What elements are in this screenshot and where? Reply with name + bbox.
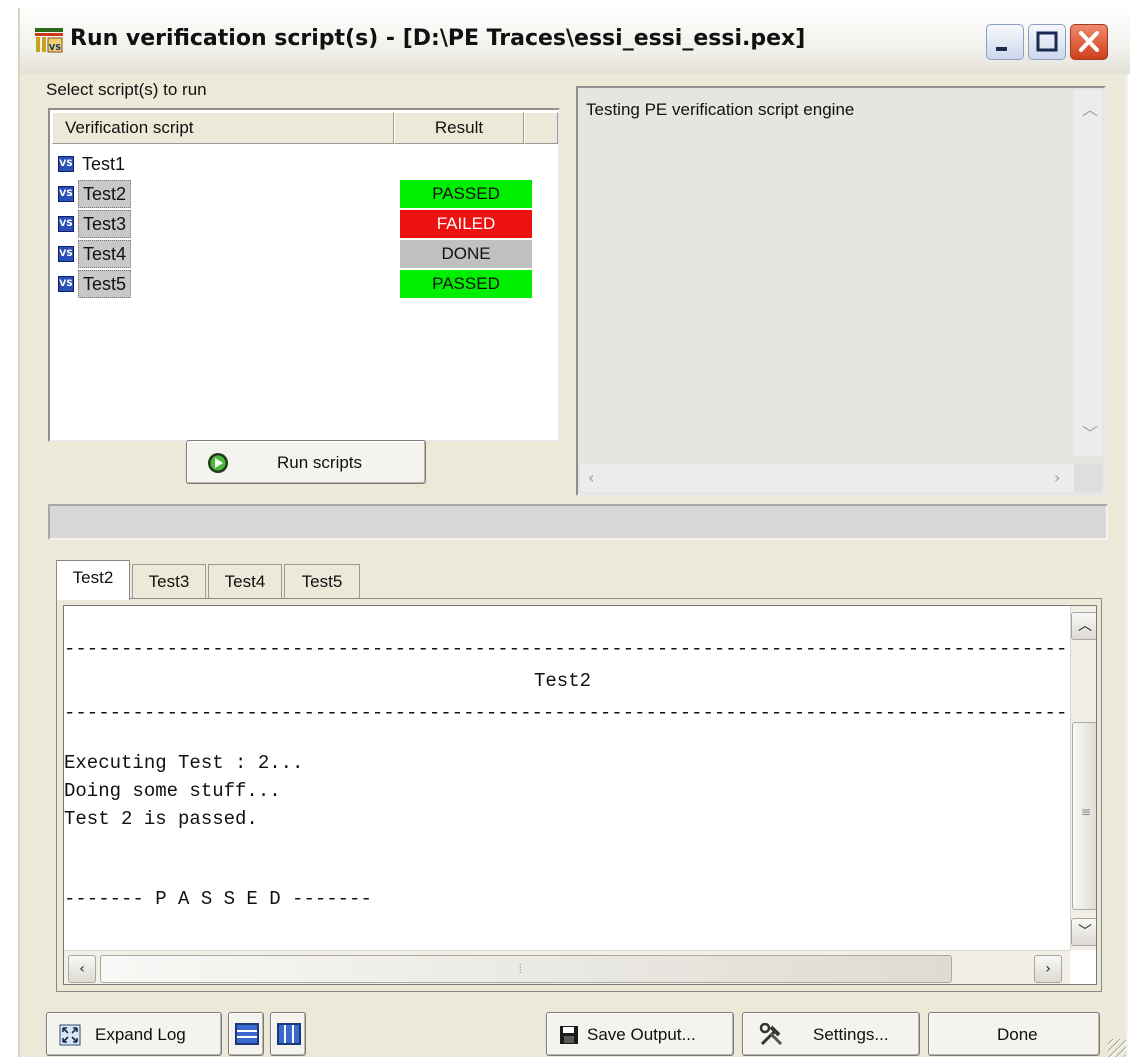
chevron-right-icon[interactable]: › <box>1034 955 1062 983</box>
log-separator: ----------------------------------------… <box>64 638 1096 660</box>
script-name: Test2 <box>78 180 132 208</box>
horizontal-split-icon <box>235 1023 259 1050</box>
chevron-up-icon[interactable]: ︿ <box>1082 96 1098 120</box>
save-output-label: Save Output... <box>587 1025 696 1044</box>
log-frame: ----------------------------------------… <box>56 598 1102 992</box>
tab-test5[interactable]: Test5 <box>284 564 360 600</box>
chevron-down-icon[interactable]: ﹀ <box>1082 420 1098 444</box>
run-scripts-button[interactable]: Run scripts <box>186 440 426 484</box>
tab-test3[interactable]: Test3 <box>132 564 206 600</box>
floppy-disk-icon <box>559 1025 579 1050</box>
script-name: Test4 <box>78 240 132 268</box>
done-label: Done <box>997 1025 1038 1044</box>
window-title: Run verification script(s) - [D:\PE Trac… <box>70 26 806 51</box>
log-footer: ------- P A S S E D ------- <box>64 888 372 910</box>
title-bar[interactable]: VS Run verification script(s) - [D:\PE T… <box>20 8 1130 74</box>
log-separator: ----------------------------------------… <box>64 702 1096 724</box>
minimize-button[interactable] <box>986 24 1024 60</box>
script-list[interactable]: Verification script Result VS Test1 VS T… <box>48 108 560 442</box>
maximize-button[interactable] <box>1028 24 1066 60</box>
output-pane[interactable]: Testing PE verification script engine ︿ … <box>576 86 1106 496</box>
result-badge: DONE <box>400 240 532 268</box>
app-icon: VS <box>34 26 66 54</box>
log-heading: Test2 <box>534 670 592 692</box>
tools-icon <box>759 1022 785 1052</box>
output-vertical-scrollbar[interactable]: ︿ ﹀ <box>1074 90 1102 456</box>
chevron-left-icon[interactable]: ‹ <box>588 468 594 487</box>
list-item[interactable]: VS Test3 FAILED <box>56 210 556 238</box>
script-name: Test5 <box>78 270 132 298</box>
log-vertical-scrollbar[interactable]: ︿ ≡ ﹀ <box>1070 606 1096 950</box>
script-name: Test3 <box>78 210 132 238</box>
tab-test2[interactable]: Test2 <box>56 560 130 600</box>
vertical-split-button[interactable] <box>270 1012 306 1056</box>
vs-script-icon: VS <box>58 246 74 262</box>
list-item[interactable]: VS Test4 DONE <box>56 240 556 268</box>
output-text: Testing PE verification script engine <box>586 100 855 119</box>
column-header-result[interactable]: Result <box>394 112 524 144</box>
chevron-right-icon[interactable]: › <box>1054 468 1060 487</box>
progress-bar <box>48 504 1108 540</box>
resize-grip[interactable] <box>1108 1039 1126 1057</box>
list-item[interactable]: VS Test5 PASSED <box>56 270 556 298</box>
close-button[interactable] <box>1070 24 1108 60</box>
column-header-blank <box>524 112 558 144</box>
log-line: Test 2 is passed. <box>64 808 258 830</box>
settings-button[interactable]: Settings... <box>742 1012 920 1056</box>
save-output-button[interactable]: Save Output... <box>546 1012 734 1056</box>
log-horizontal-scrollbar[interactable]: ‹ ⦙ › <box>64 950 1070 984</box>
expand-log-label: Expand Log <box>95 1025 186 1044</box>
result-badge: PASSED <box>400 270 532 298</box>
horizontal-scroll-thumb[interactable]: ⦙ <box>100 955 952 983</box>
expand-log-button[interactable]: Expand Log <box>46 1012 222 1056</box>
grip-icon: ⦙ <box>519 962 522 976</box>
column-header-script[interactable]: Verification script <box>52 112 394 144</box>
scroll-corner <box>1074 464 1102 492</box>
run-icon <box>207 452 229 479</box>
result-badge: PASSED <box>400 180 532 208</box>
horizontal-split-button[interactable] <box>228 1012 264 1056</box>
tab-test4[interactable]: Test4 <box>208 564 282 600</box>
vertical-scroll-thumb[interactable]: ≡ <box>1072 722 1096 910</box>
chevron-down-icon[interactable]: ﹀ <box>1071 918 1096 946</box>
settings-label: Settings... <box>813 1025 889 1044</box>
chevron-left-icon[interactable]: ‹ <box>68 955 96 983</box>
vs-script-icon: VS <box>58 216 74 232</box>
vs-script-icon: VS <box>58 156 74 172</box>
log-area[interactable]: ----------------------------------------… <box>63 605 1097 985</box>
vertical-split-icon <box>277 1023 301 1050</box>
svg-text:VS: VS <box>49 43 61 52</box>
vs-script-icon: VS <box>58 186 74 202</box>
list-item[interactable]: VS Test2 PASSED <box>56 180 556 208</box>
vs-script-icon: VS <box>58 276 74 292</box>
grip-icon: ≡ <box>1081 805 1092 819</box>
scripts-label: Select script(s) to run <box>46 80 207 99</box>
log-line: Doing some stuff... <box>64 780 281 802</box>
result-badge: FAILED <box>400 210 532 238</box>
log-line: Executing Test : 2... <box>64 752 304 774</box>
done-button[interactable]: Done <box>928 1012 1100 1056</box>
verification-dialog: VS Run verification script(s) - [D:\PE T… <box>18 8 1130 1057</box>
chevron-up-icon[interactable]: ︿ <box>1071 612 1096 640</box>
output-horizontal-scrollbar[interactable]: ‹ › <box>580 464 1076 492</box>
expand-icon <box>59 1024 81 1051</box>
script-name: Test1 <box>82 154 126 174</box>
run-scripts-label: Run scripts <box>277 453 363 472</box>
